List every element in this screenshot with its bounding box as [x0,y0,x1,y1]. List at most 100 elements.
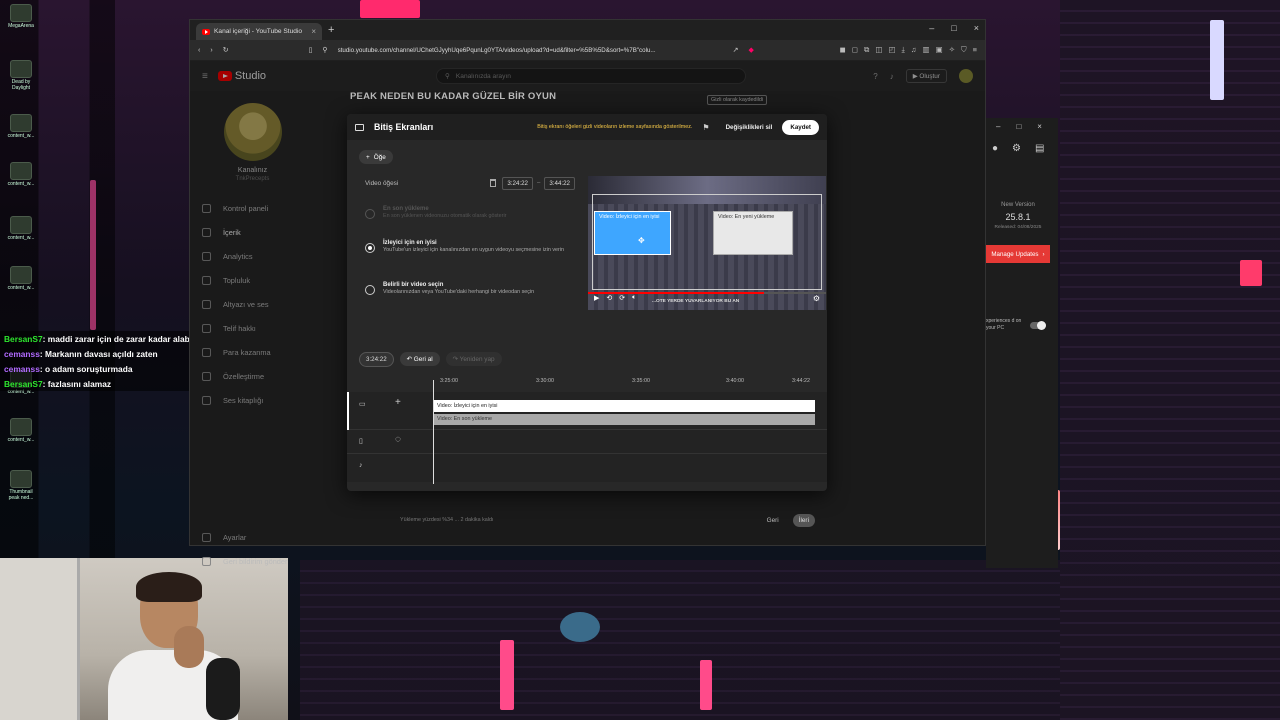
search-input[interactable]: ⚲ Kanalınızda arayın [436,68,747,84]
desktop-icon[interactable]: MegaArena [4,4,38,29]
end-screen-element-best-for-viewer[interactable]: Video: İzleyici için en iyisi ✥ [594,211,671,255]
desktop-icon-graphic [10,266,32,284]
studio-logo[interactable]: Studio [217,70,266,82]
extension-icon[interactable]: ◰ [888,45,895,55]
download-icon[interactable]: ⤓ [902,45,905,55]
current-time-input[interactable]: 3:24:22 [359,351,394,367]
youtube-logo-icon [217,71,232,81]
sidebar-item-monetization[interactable]: Para kazanma [190,340,315,364]
sidebar-item-audio-library[interactable]: Ses kitaplığı [190,388,315,412]
desktop-icon[interactable]: content_w... [4,114,38,139]
music-icon[interactable]: ♫ [911,45,917,55]
end-screen-header: Bitiş Ekranları Bitiş ekranı öğeleri giz… [347,114,827,140]
bookmark-icon[interactable]: ▯ [309,46,313,54]
leo-icon[interactable]: ✧ [949,45,955,55]
address-bar: ‹ › ↻ ▯ ⚲ studio.youtube.com/channel/UCh… [190,40,985,60]
timeline-playhead[interactable] [433,380,434,484]
close-icon[interactable]: × [1037,122,1042,131]
minimize-icon[interactable]: – [996,122,1000,131]
help-icon[interactable]: ? [873,72,877,81]
ruler-tick-label: 3:44:22 [792,378,810,384]
share-icon[interactable]: ↗ [733,46,739,54]
trash-icon[interactable] [490,179,497,187]
experience-toggle[interactable] [1030,321,1046,330]
sidebar-item-copyright[interactable]: Telif hakkı [190,316,315,340]
menu-icon[interactable]: ≡ [973,45,977,55]
desktop-icon[interactable]: content_w... [4,216,38,241]
sidebar-item-settings[interactable]: Ayarlar [190,525,315,549]
create-button[interactable]: ▶ Oluştur [905,69,947,83]
radio-best-for-viewer[interactable] [365,243,375,253]
play-icon[interactable]: ▶ [594,294,599,302]
manage-updates-button[interactable]: Manage Updates › [986,245,1050,263]
back-button[interactable]: Geri [767,517,779,524]
account-avatar[interactable] [959,69,973,83]
sidebar-item-customization[interactable]: Özelleştirme [190,364,315,388]
wallpaper-neon [1210,20,1224,100]
channel-avatar[interactable] [223,103,282,161]
extension-icon[interactable]: ◫ [875,45,882,55]
new-tab-icon[interactable]: + [328,24,334,36]
radio-specific-video[interactable] [365,285,375,295]
hamburger-menu-icon[interactable]: ≡ [202,71,208,82]
desktop-icon[interactable]: content_w... [4,266,38,291]
option-best-for-viewer[interactable]: İzleyici için en iyisi YouTube'un izleyic… [365,240,573,254]
bell-icon[interactable]: ♪ [890,72,894,81]
sidebar-item-dashboard[interactable]: Kontrol paneli [190,196,315,220]
save-button[interactable]: Kaydet [782,119,819,135]
site-info-icon[interactable]: ⚲ [322,46,327,54]
panel-icon[interactable]: ▤ [1035,143,1044,163]
end-screen-element-latest-upload[interactable]: Video: En yeni yükleme [713,211,793,255]
element-end-time-input[interactable]: 3:44:22 [544,176,575,190]
wallpaper-neon [360,0,420,18]
sidebar-item-feedback[interactable]: Geri bildirim gönder [190,549,315,573]
minimize-icon[interactable]: – [929,23,934,33]
desktop-icon[interactable]: Dead by Daylight [4,60,38,91]
sidebar-item-analytics[interactable]: Analytics [190,244,315,268]
next-button[interactable]: İleri [792,513,815,527]
extension-icon[interactable]: ⧉ [864,45,869,55]
gear-icon[interactable]: ⚙ [1012,143,1021,163]
element-start-time-input[interactable]: 3:24:22 [502,176,533,190]
back-icon[interactable]: ‹ [198,47,200,54]
sidebar-item-community[interactable]: Topluluk [190,268,315,292]
studio-header: ≡ Studio ⚲ Kanalınızda arayın ? ♪ ▶ Oluş… [190,61,985,91]
timeline-element-latest-upload[interactable]: Video: En son yükleme [433,414,815,425]
reload-icon[interactable]: ↻ [223,46,229,54]
sidebar-item-content[interactable]: İçerik [190,220,315,244]
extension-icon[interactable]: ◻ [852,45,858,55]
sidebar-item-subtitles[interactable]: Altyazı ve ses [190,292,315,316]
shield-icon[interactable]: ◆ [748,46,753,54]
add-element-button[interactable]: + Öğe [359,150,393,164]
maximize-icon[interactable]: □ [951,23,956,33]
volume-icon[interactable]: 🔈︎ [632,294,636,302]
rewind-icon[interactable]: ⟲ [606,294,612,302]
tab-close-icon[interactable]: × [311,27,316,36]
url-field[interactable]: studio.youtube.com/channel/UChetGJyyhUqe… [338,47,723,54]
add-element-track-icon[interactable]: + [395,397,401,408]
video-track-icon: ▯ [359,438,363,445]
gear-icon[interactable]: ⚙ [813,294,820,303]
maximize-icon[interactable]: □ [1016,122,1021,131]
notification-icon[interactable]: ● [992,143,998,163]
sidebar-item-label: Telif hakkı [223,323,256,333]
desktop-icon[interactable]: content_w... [4,418,38,443]
tab-youtube-studio[interactable]: Kanal içeriği - YouTube Studio × [196,23,322,40]
vpn-icon[interactable]: ⛉ [961,45,967,55]
desktop-icon[interactable]: content_w... [4,162,38,187]
end-screen-notice: Bitiş ekranı öğeleri gizli videoların iz… [537,124,693,130]
discard-changes-button[interactable]: Değişiklikleri sil [720,121,779,134]
video-preview[interactable]: Video: İzleyici için en iyisi ✥ Video: E… [588,176,826,310]
sidebar-icon[interactable]: ▥ [923,45,930,55]
desktop-icon[interactable]: Thumbnail peak ned... [4,470,38,501]
forward-icon[interactable]: › [210,47,212,54]
undo-button[interactable]: ↶ Geri al [399,352,440,366]
wallet-icon[interactable]: ▣ [936,45,943,55]
move-icon[interactable]: ✥ [638,236,645,245]
timeline-element-best-for-viewer[interactable]: Video: İzleyici için en iyisi [433,400,815,412]
close-icon[interactable]: × [974,23,979,33]
extension-icon[interactable]: ◼ [840,45,846,55]
forward-icon[interactable]: ⟳ [619,294,625,302]
feedback-flag-icon[interactable]: ⚑ [702,123,709,132]
option-specific-video[interactable]: Belirli bir video seçin Videolarınızdan v… [365,282,573,296]
